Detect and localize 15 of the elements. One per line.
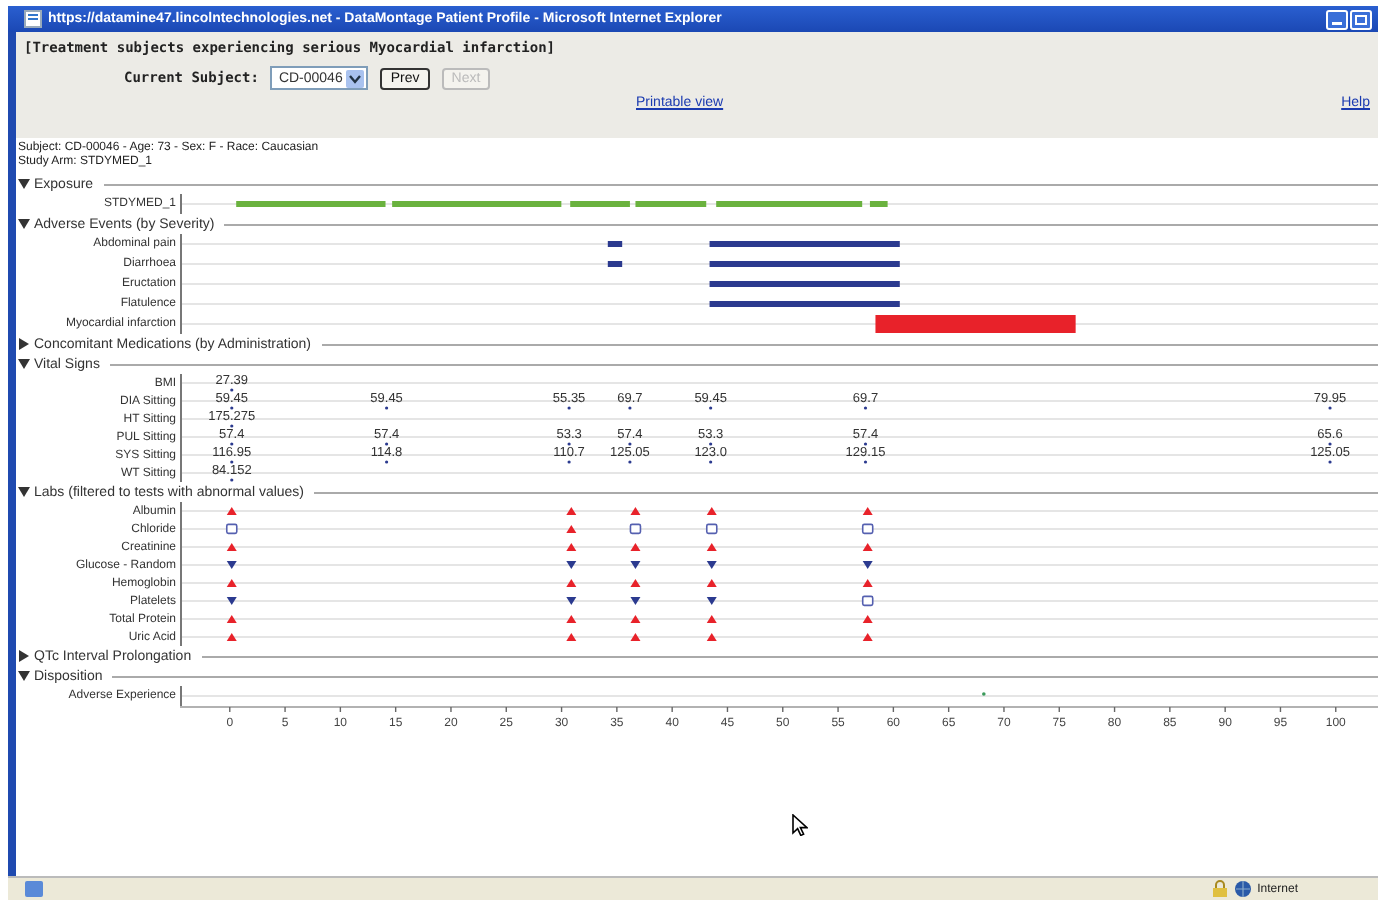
- expander-icon[interactable]: [18, 218, 30, 230]
- globe-icon: [1233, 880, 1252, 898]
- page-status-icon: [24, 880, 44, 898]
- dropdown-arrow-icon: [346, 69, 365, 87]
- expander-icon[interactable]: [18, 338, 30, 350]
- maximize-icon[interactable]: [1350, 9, 1372, 29]
- expander-icon[interactable]: [18, 486, 30, 498]
- minimize-icon[interactable]: [1326, 9, 1348, 29]
- expander-icon[interactable]: [18, 358, 30, 370]
- mouse-cursor-icon: [792, 814, 808, 836]
- expander-icon[interactable]: [18, 670, 30, 682]
- expander-icon[interactable]: [18, 650, 30, 662]
- lock-icon: [1211, 880, 1228, 898]
- page-icon: [24, 10, 42, 28]
- expander-icon[interactable]: [18, 178, 30, 190]
